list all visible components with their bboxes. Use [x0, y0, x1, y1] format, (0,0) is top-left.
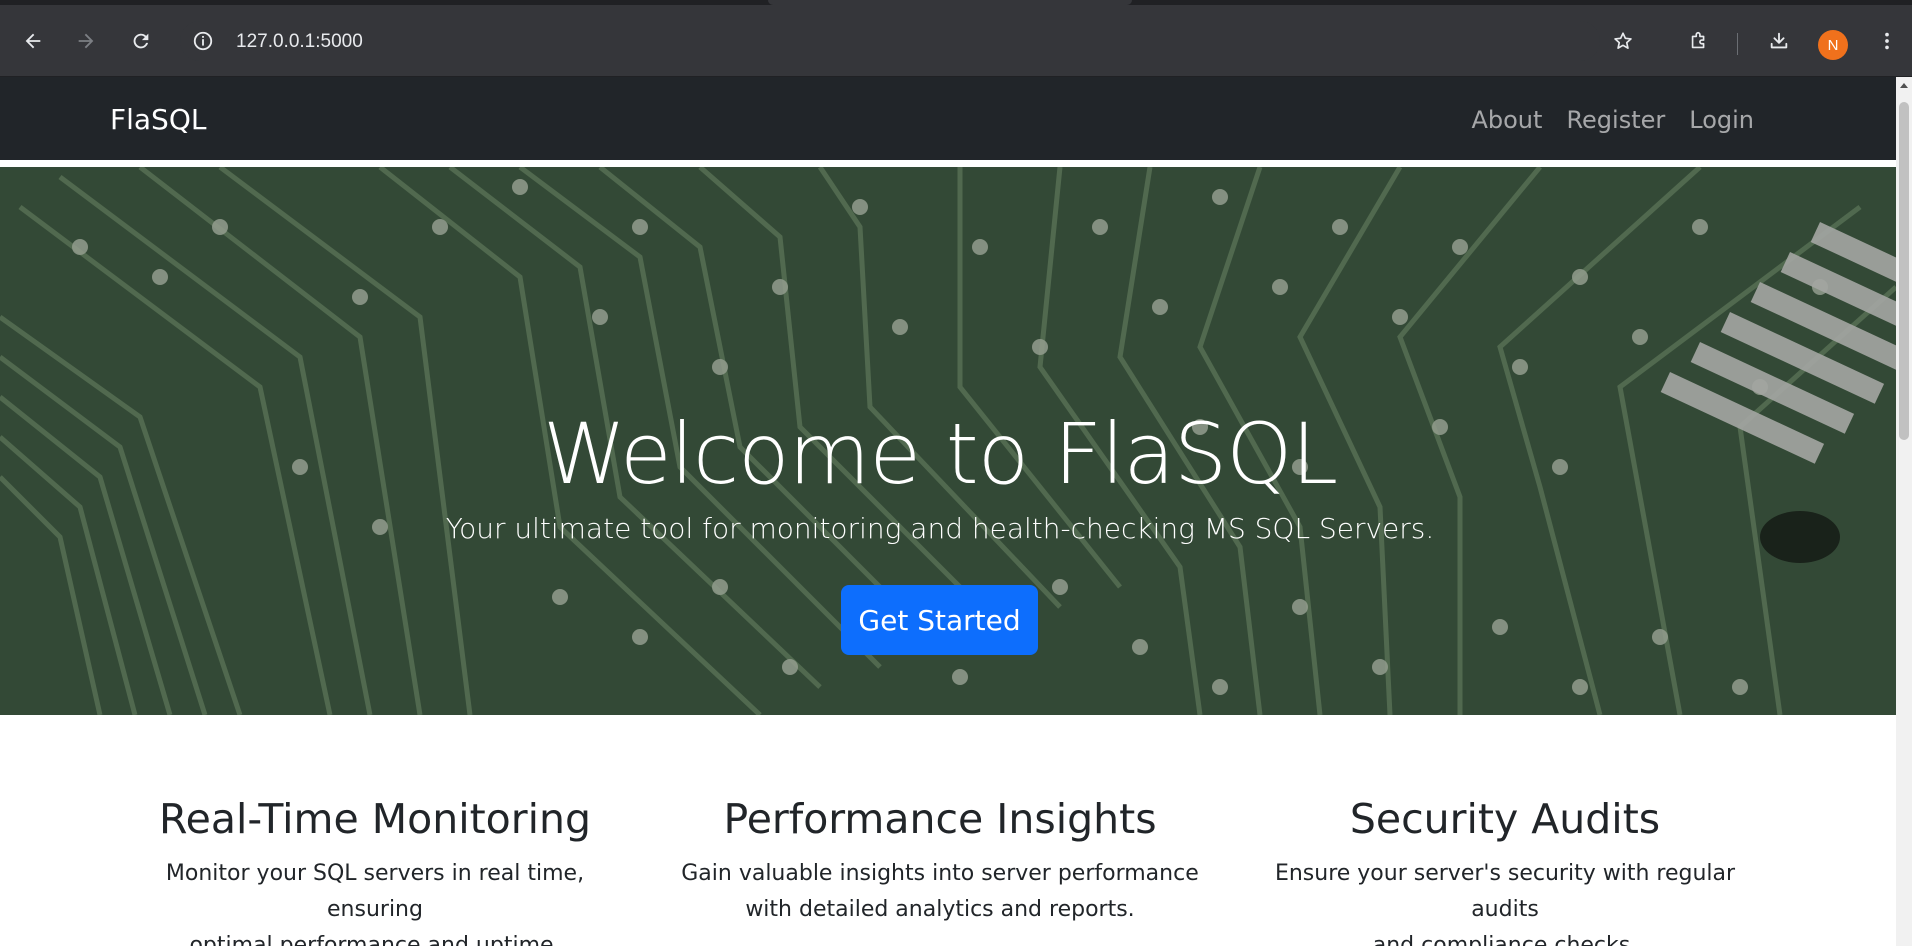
feature-text-line: Gain valuable insights into server perfo… [681, 861, 1199, 886]
back-icon[interactable] [19, 27, 47, 55]
site-navbar: FlaSQL About Register Login [0, 77, 1896, 160]
nav-link-login[interactable]: Login [1689, 106, 1754, 134]
extensions-icon[interactable] [1685, 27, 1713, 55]
feature-security-audits: Security Audits Ensure your server's sec… [1245, 795, 1765, 946]
browser-chrome: 127.0.0.1:5000 N [0, 0, 1912, 77]
browser-toolbar: 127.0.0.1:5000 N [0, 5, 1912, 77]
scrollbar-thumb[interactable] [1899, 102, 1909, 440]
nav-link-about[interactable]: About [1471, 106, 1542, 134]
feature-title: Performance Insights [723, 795, 1157, 843]
get-started-button[interactable]: Get Started [841, 585, 1038, 655]
feature-text: Monitor your SQL servers in real time, e… [115, 856, 635, 946]
address-bar[interactable]: 127.0.0.1:5000 [180, 21, 1600, 61]
download-icon[interactable] [1765, 27, 1793, 55]
feature-text: Gain valuable insights into server perfo… [680, 856, 1200, 928]
reload-icon[interactable] [127, 27, 155, 55]
feature-text-line: and compliance checks. [1372, 933, 1638, 946]
nav-link-register[interactable]: Register [1566, 106, 1665, 134]
feature-real-time-monitoring: Real-Time Monitoring Monitor your SQL se… [115, 795, 635, 946]
feature-text: Ensure your server's security with regul… [1245, 856, 1765, 946]
forward-icon[interactable] [72, 27, 100, 55]
scroll-up-arrow-icon[interactable] [1900, 83, 1908, 88]
navbar-brand[interactable]: FlaSQL [110, 103, 206, 136]
hero-title: Welcome to FlaSQL [542, 405, 1338, 503]
feature-text-line: Monitor your SQL servers in real time, e… [165, 861, 585, 922]
hero-subtitle: Your ultimate tool for monitoring and he… [445, 512, 1435, 545]
feature-text-line: with detailed analytics and reports. [745, 897, 1135, 922]
feature-title: Real-Time Monitoring [158, 795, 592, 843]
page-scrollbar[interactable] [1896, 77, 1912, 946]
profile-avatar[interactable]: N [1818, 30, 1848, 60]
more-icon[interactable] [1873, 27, 1901, 55]
url-text[interactable]: 127.0.0.1:5000 [236, 31, 363, 53]
feature-text-line: Ensure your server's security with regul… [1274, 861, 1736, 922]
url-host: 127.0.0.1 [236, 31, 316, 52]
feature-text-line: optimal performance and uptime. [189, 933, 561, 946]
star-icon[interactable] [1609, 27, 1637, 55]
hero-section: Welcome to FlaSQL Your ultimate tool for… [0, 167, 1896, 715]
feature-title: Security Audits [1349, 795, 1661, 843]
features-section: Real-Time Monitoring Monitor your SQL se… [0, 715, 1896, 946]
info-icon[interactable] [192, 30, 214, 52]
toolbar-separator [1737, 33, 1738, 55]
feature-performance-insights: Performance Insights Gain valuable insig… [680, 795, 1200, 928]
page-viewport: FlaSQL About Register Login Welcome to F… [0, 77, 1896, 946]
navbar-links: About Register Login [1471, 106, 1754, 134]
url-port: :5000 [315, 31, 363, 52]
